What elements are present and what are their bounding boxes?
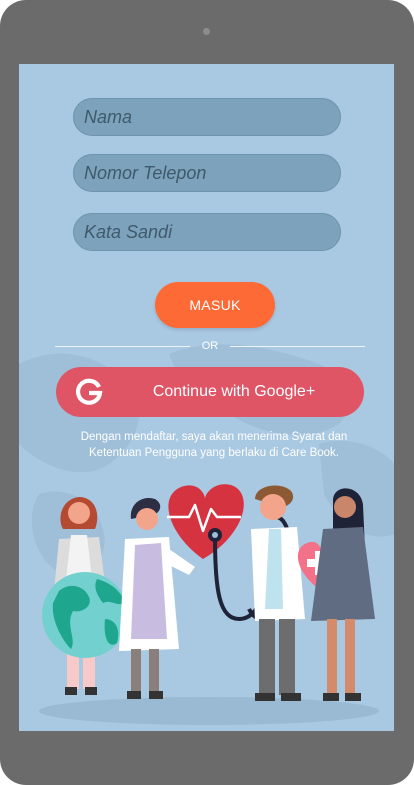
- divider-line-right: [230, 346, 365, 347]
- ground-shadow: [39, 697, 379, 725]
- google-signin-label: Continue with Google+: [152, 383, 316, 400]
- camera-dot: [203, 28, 210, 35]
- google-signin-button[interactable]: Continue with Google+: [56, 367, 364, 417]
- healthcare-illustration: [39, 484, 379, 725]
- terms-text: Dengan mendaftar, saya akan menerima Sya…: [59, 429, 369, 461]
- terms-line-2: Ketentuan Pengguna yang berlaku di Care …: [89, 447, 339, 459]
- password-input[interactable]: [73, 213, 341, 251]
- globe-icon: [42, 572, 128, 658]
- or-label: OR: [201, 340, 219, 352]
- doctor-figure: [251, 485, 305, 701]
- heartbeat-heart-icon: [167, 484, 244, 559]
- phone-input[interactable]: [73, 154, 341, 192]
- divider-line-left: [55, 346, 190, 347]
- google-g-icon: [75, 378, 103, 405]
- device-frame: MASUK OR Continue with Google+ Dengan me…: [0, 0, 414, 785]
- patient-figure: [311, 488, 375, 701]
- name-input[interactable]: [73, 98, 341, 136]
- terms-line-1: Dengan mendaftar, saya akan menerima Sya…: [80, 431, 348, 443]
- login-button[interactable]: MASUK: [155, 282, 275, 328]
- app-screen: MASUK OR Continue with Google+ Dengan me…: [19, 64, 394, 731]
- or-divider: OR: [55, 339, 365, 353]
